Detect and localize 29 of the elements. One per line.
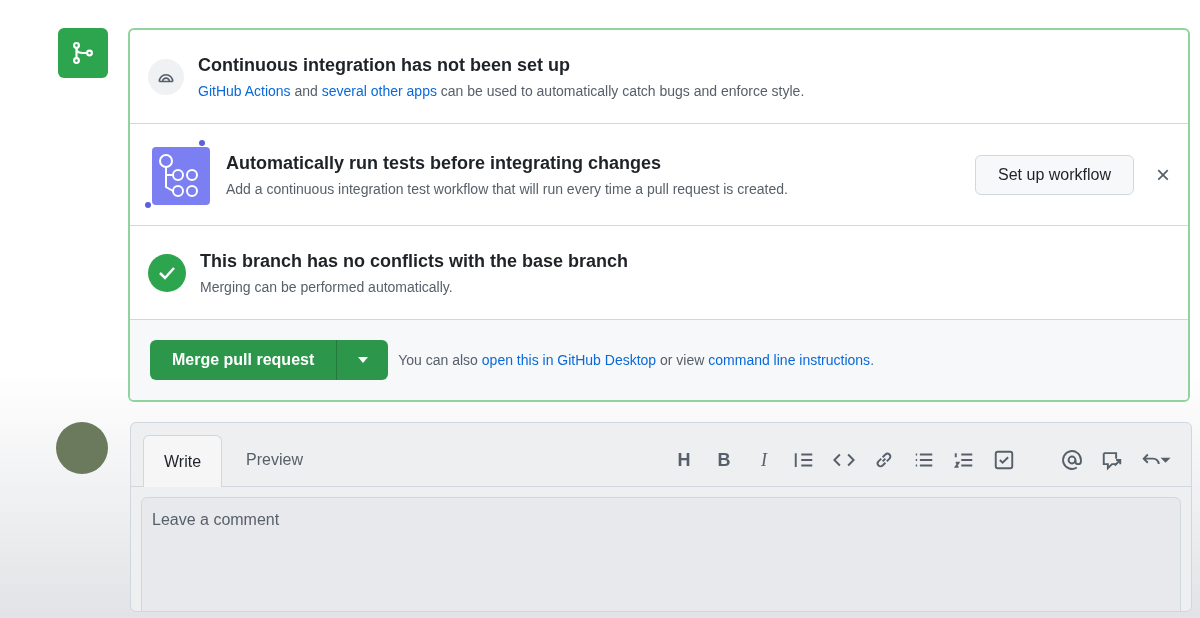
check-title: Automatically run tests before integrating changes	[226, 151, 663, 175]
ci-icon	[148, 58, 184, 95]
format-button[interactable]: I	[753, 446, 775, 474]
format-button[interactable]: H	[673, 446, 695, 474]
editor-tab[interactable]: Preview	[222, 434, 327, 486]
link[interactable]: open this in GitHub Desktop	[481, 351, 657, 368]
link[interactable]: several other apps	[321, 82, 437, 99]
cross-reference-icon[interactable]	[1101, 449, 1123, 471]
dropdown-button[interactable]	[336, 340, 389, 380]
link[interactable]: GitHub Actions	[198, 82, 291, 99]
workflow-icon	[144, 138, 212, 211]
description: You can also open this in GitHub Desktop or view command line instructions.	[398, 350, 874, 370]
description: Add a continuous integration test workflow that will run every time a pull request is created.	[226, 179, 789, 199]
editor-tab[interactable]: Write	[143, 435, 223, 487]
at-sign-icon[interactable]	[1061, 449, 1083, 471]
check-title: Continuous integration has not been set up	[198, 53, 571, 77]
check-circle-icon	[148, 253, 186, 292]
description: Merging can be performed automatically.	[200, 277, 454, 297]
checkbox-icon[interactable]	[993, 449, 1015, 471]
close-button[interactable]: ×	[1156, 156, 1170, 193]
check-title: This branch has no conflicts with the base branch	[200, 249, 630, 273]
description: GitHub Actions and several other apps can be used to automatically catch bugs and enforce style.	[198, 81, 806, 101]
caret-icon	[357, 357, 368, 363]
comment-field[interactable]: Leave a comment	[141, 497, 1181, 611]
merge-pull-request-button[interactable]: Merge pull request	[150, 340, 337, 380]
format-button[interactable]: B	[713, 446, 735, 474]
avatar	[56, 422, 108, 474]
merge-branch-icon	[58, 28, 108, 78]
set-up-workflow-button[interactable]: Set up workflow	[975, 154, 1134, 195]
